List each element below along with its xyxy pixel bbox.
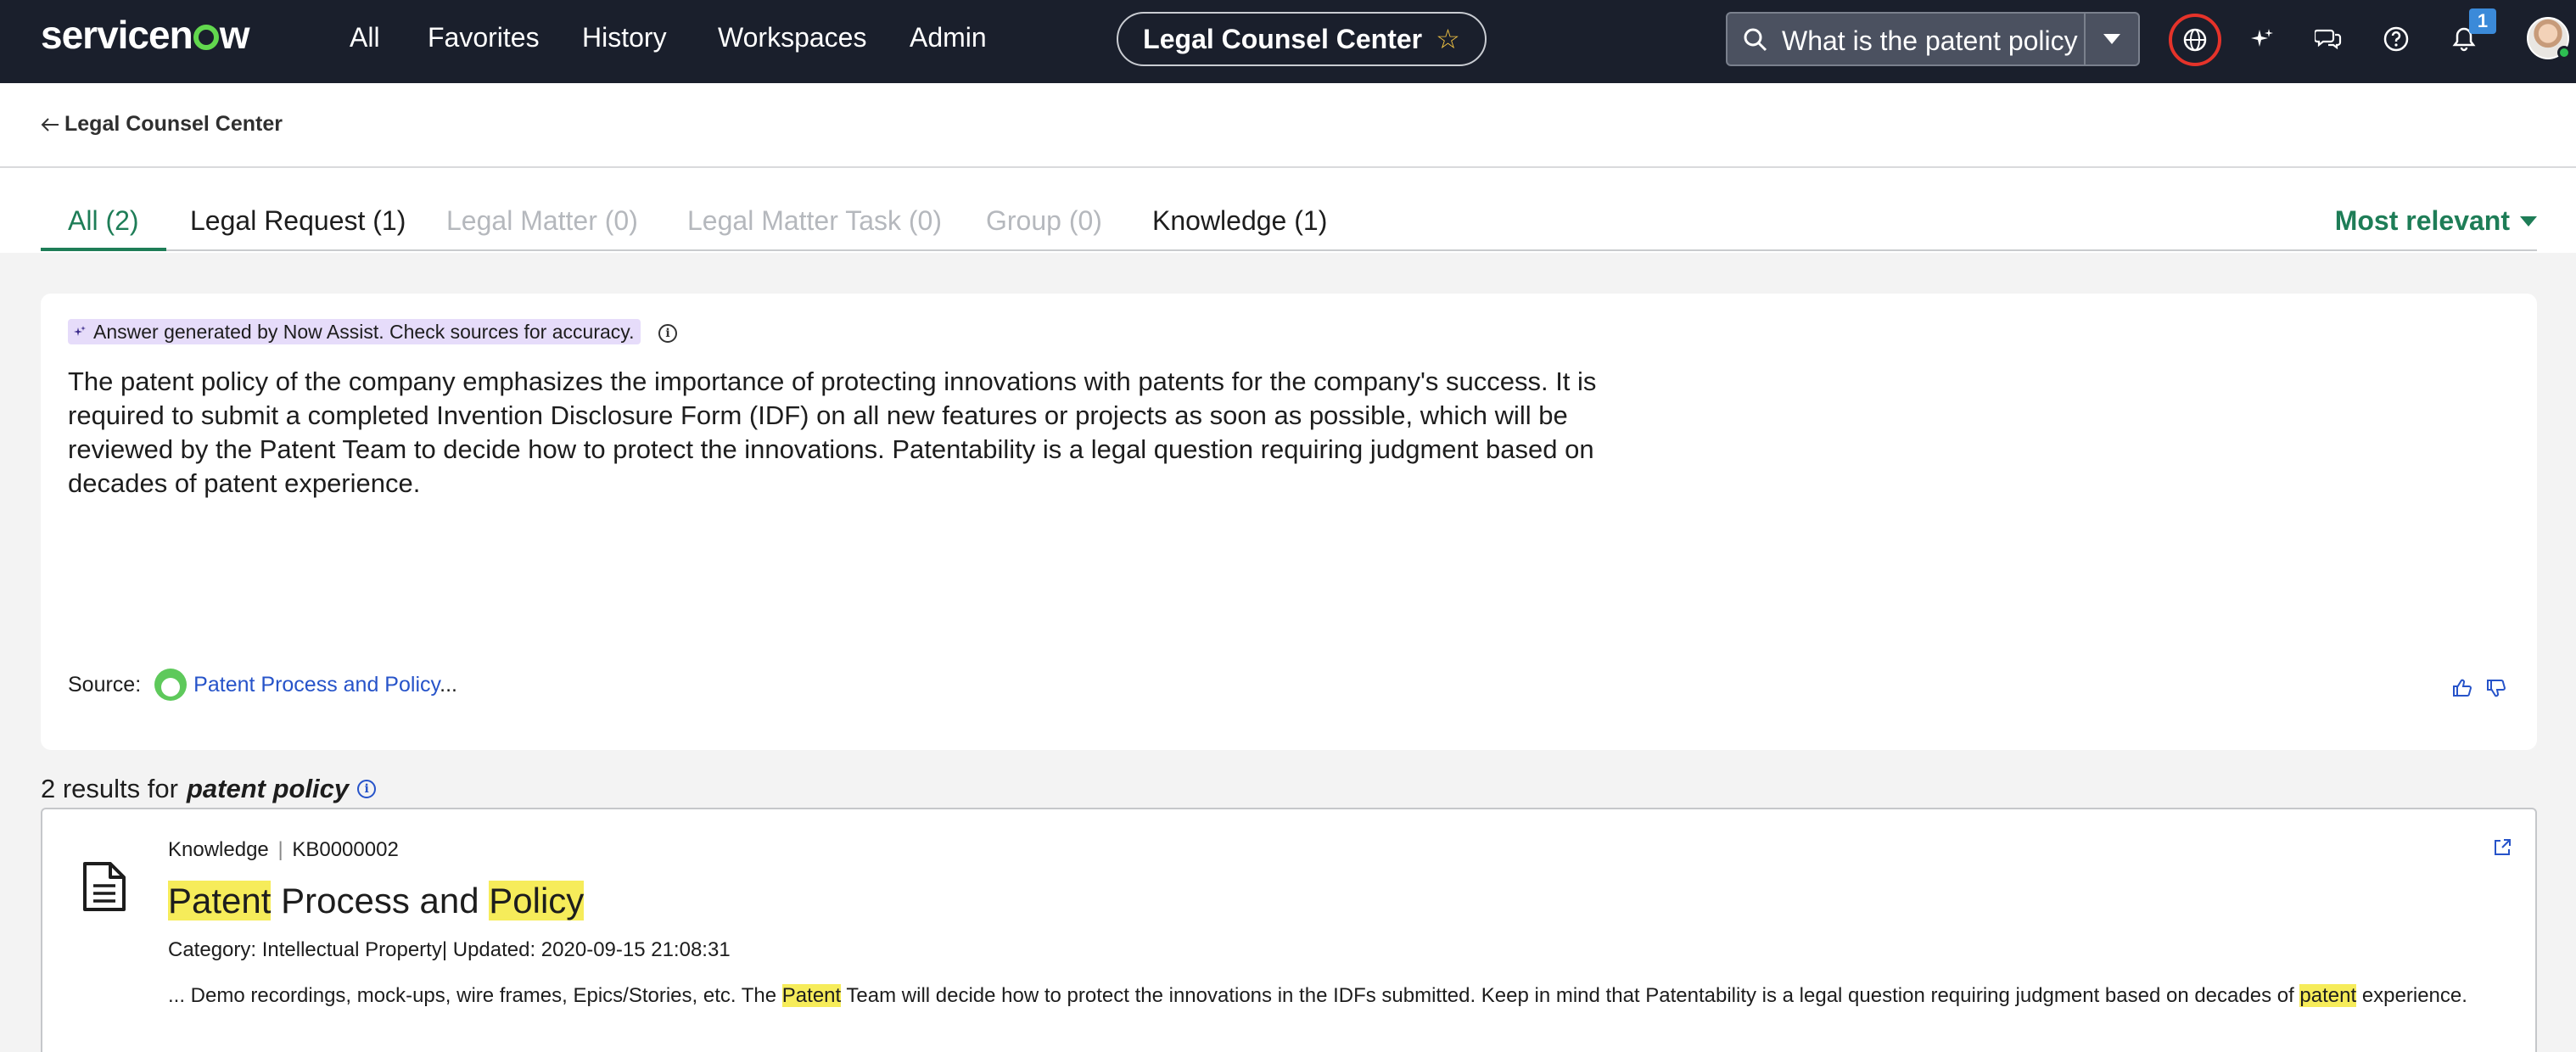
ai-answer-text: The patent policy of the company emphasi… <box>68 367 1597 498</box>
chat-button[interactable] <box>2306 17 2350 61</box>
snippet-text: Team will decide how to protect the inno… <box>841 984 2300 1007</box>
result-category: Category: Intellectual Property| Updated… <box>168 938 731 962</box>
workspace-title: Legal Counsel Center <box>1143 23 1423 54</box>
nav-all[interactable]: All <box>350 22 380 53</box>
global-search[interactable]: What is the patent policy <box>1726 12 2140 66</box>
logo-o-mark <box>193 25 219 50</box>
tab-legal-matter-task: Legal Matter Task (0) <box>687 205 942 236</box>
notification-count-badge: 1 <box>2469 8 2496 34</box>
logo-text: servicen <box>41 13 193 57</box>
answer-source: Source: Patent Process and Policy... <box>68 669 457 701</box>
chevron-down-icon <box>2520 215 2537 227</box>
document-icon <box>83 862 126 911</box>
tab-group: Group (0) <box>986 205 1102 236</box>
breadcrumb-bar: Legal Counsel Center <box>0 83 2576 168</box>
star-icon[interactable]: ☆ <box>1436 23 1460 55</box>
chevron-down-icon <box>2103 34 2120 44</box>
tabs-area: All (2) Legal Request (1) Legal Matter (… <box>0 168 2576 253</box>
source-label: Source: <box>68 672 142 697</box>
result-title[interactable]: Patent Process and Policy <box>168 881 585 921</box>
tab-legal-matter: Legal Matter (0) <box>446 205 638 236</box>
nav-history[interactable]: History <box>582 22 667 53</box>
tab-all[interactable]: All (2) <box>41 205 165 251</box>
breadcrumb[interactable]: Legal Counsel Center <box>41 112 283 137</box>
breadcrumb-label: Legal Counsel Center <box>64 112 283 136</box>
thumbs-up-icon[interactable] <box>2452 679 2472 697</box>
help-button[interactable] <box>2374 17 2418 61</box>
logo-text-end: w <box>219 13 250 57</box>
snippet-highlight: patent <box>2299 984 2357 1007</box>
snippet-text: ... Demo recordings, mock-ups, wire fram… <box>168 984 782 1007</box>
sparkle-icon <box>74 326 86 336</box>
result-meta: Knowledge | KB0000002 <box>168 838 399 862</box>
nav-workspaces[interactable]: Workspaces <box>718 22 866 53</box>
source-entry: Patent Process and Policy... <box>154 669 457 701</box>
feedback-buttons <box>2452 679 2506 697</box>
info-icon[interactable]: i <box>357 780 377 798</box>
snippet-highlight: Patent <box>781 984 842 1007</box>
sparkle-icon <box>2251 29 2273 47</box>
result-snippet: ... Demo recordings, mock-ups, wire fram… <box>168 984 2467 1008</box>
results-count-prefix: 2 results for <box>41 774 178 803</box>
online-status-dot <box>2557 46 2571 59</box>
user-avatar[interactable] <box>2527 17 2571 59</box>
ai-answer-card: Answer generated by Now Assist. Check so… <box>41 294 2537 750</box>
source-link[interactable]: Patent Process and Policy <box>193 673 440 697</box>
servicenow-logo[interactable]: servicen w <box>41 12 249 58</box>
info-icon[interactable]: i <box>658 324 677 343</box>
result-title-highlight: Policy <box>489 881 585 920</box>
tab-knowledge[interactable]: Knowledge (1) <box>1152 205 1327 249</box>
search-results-page: All (2) Legal Request (1) Legal Matter (… <box>0 168 2576 1052</box>
result-meta-separator: | <box>277 838 283 861</box>
nav-favorites[interactable]: Favorites <box>428 22 540 53</box>
result-title-highlight: Patent <box>168 881 272 920</box>
result-updated-text: | Updated: 2020-09-15 21:08:31 <box>441 938 731 961</box>
sort-label: Most relevant <box>2334 205 2510 236</box>
tab-legal-request[interactable]: Legal Request (1) <box>190 205 406 249</box>
result-category-text: Category: Intellectual Property <box>168 938 442 961</box>
thumbs-down-icon[interactable] <box>2486 679 2506 697</box>
result-tabs: All (2) Legal Request (1) Legal Matter (… <box>41 205 2537 251</box>
back-arrow-icon <box>41 117 59 132</box>
results-count: 2 results for patent policy i <box>41 774 377 804</box>
result-card-knowledge[interactable]: Knowledge | KB0000002 Patent Process and… <box>41 808 2537 1052</box>
source-avatar-icon <box>154 669 188 701</box>
ai-disclaimer-chip: Answer generated by Now Assist. Check so… <box>68 319 641 344</box>
help-icon <box>2383 26 2409 52</box>
search-icon <box>1744 28 1767 52</box>
workspace-title-pill[interactable]: Legal Counsel Center ☆ <box>1117 12 1487 66</box>
language-button[interactable] <box>2169 14 2221 66</box>
result-title-text: Process and <box>271 881 490 920</box>
top-navigation-bar: servicen w All Favorites History Workspac… <box>0 0 2576 83</box>
search-scope-dropdown[interactable] <box>2084 14 2138 64</box>
chat-icon <box>2315 29 2342 50</box>
now-assist-button[interactable] <box>2240 17 2284 61</box>
nav-admin[interactable]: Admin <box>910 22 987 53</box>
source-ellipsis: ... <box>440 672 457 697</box>
result-id: KB0000002 <box>292 838 399 861</box>
snippet-text: experience. <box>2356 984 2467 1007</box>
ai-disclaimer-text: Answer generated by Now Assist. Check so… <box>93 320 635 343</box>
search-input[interactable]: What is the patent policy <box>1782 25 2096 57</box>
results-query: patent policy <box>186 774 350 803</box>
result-type: Knowledge <box>168 838 269 861</box>
external-link-icon[interactable] <box>2493 838 2512 857</box>
sort-dropdown[interactable]: Most relevant <box>2335 205 2537 237</box>
globe-icon <box>2183 28 2207 52</box>
